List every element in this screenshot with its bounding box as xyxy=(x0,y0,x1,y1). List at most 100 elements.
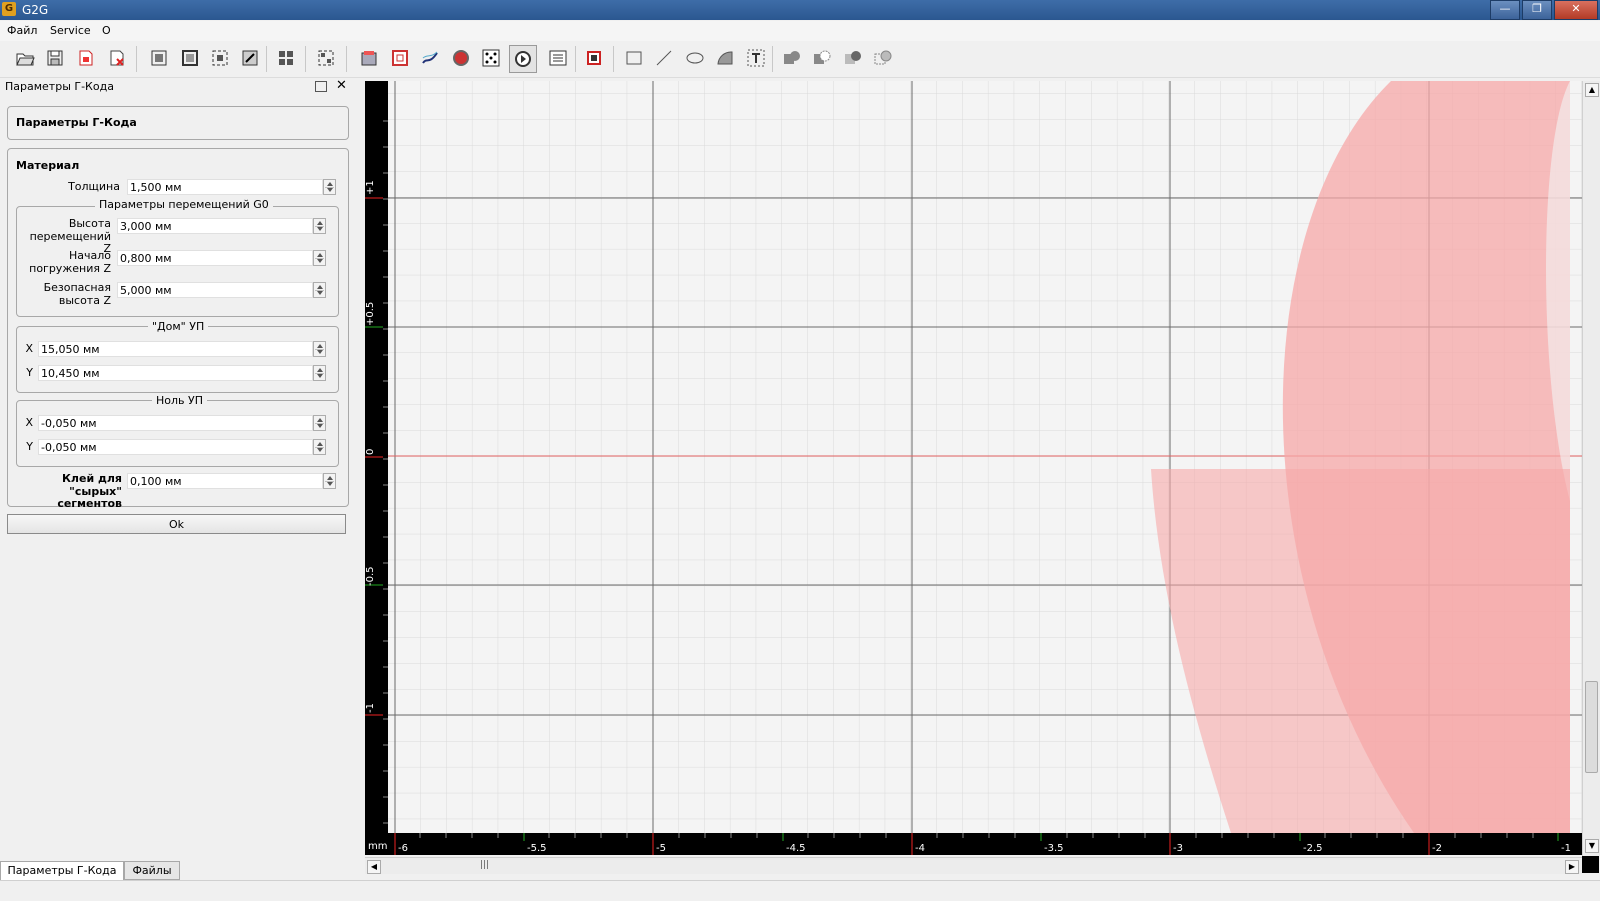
home-y-label: Y xyxy=(26,366,33,379)
y-tick-5: -1 xyxy=(365,703,376,713)
zero-x-field[interactable]: -0,050 мм xyxy=(38,415,313,431)
vertical-scrollbar[interactable]: ▲ ▼ xyxy=(1582,81,1600,856)
profile-toolpath-icon[interactable] xyxy=(357,46,381,70)
line-icon[interactable] xyxy=(652,46,676,70)
zoom-fit-icon[interactable] xyxy=(147,46,171,70)
ok-button[interactable]: Ok xyxy=(7,514,346,534)
safe-height-spin[interactable] xyxy=(313,282,326,298)
raster-toolpath-icon[interactable] xyxy=(418,46,442,70)
plunge-spin[interactable] xyxy=(313,250,326,266)
zero-y-label: Y xyxy=(26,440,33,453)
close-dock-icon[interactable]: ✕ xyxy=(336,78,347,93)
title-bar: G G2G — ❐ ✕ xyxy=(0,0,1600,20)
zero-group xyxy=(16,400,339,467)
x-tick-2: -5.5 xyxy=(527,843,547,854)
zoom-all-icon[interactable] xyxy=(178,46,202,70)
home-y-spin[interactable] xyxy=(313,365,326,381)
arc-icon[interactable] xyxy=(713,46,737,70)
xor-icon[interactable] xyxy=(871,46,895,70)
home-y-field[interactable]: 10,450 мм xyxy=(38,365,313,381)
glue-label-2: "сырых" сегментов xyxy=(57,485,122,510)
zero-y-spin[interactable] xyxy=(313,439,326,455)
vertical-scroll-thumb[interactable] xyxy=(1585,681,1598,773)
scroll-right-icon[interactable]: ▶ xyxy=(1565,860,1579,874)
glue-label-1: Клей для xyxy=(61,472,122,485)
scroll-left-icon[interactable]: ◀ xyxy=(367,860,381,874)
plunge-field[interactable]: 0,800 мм xyxy=(117,250,313,266)
thickness-label: Толщина xyxy=(68,180,120,193)
plunge-label-1: Начало xyxy=(68,249,111,262)
x-tick-9: -2 xyxy=(1432,843,1442,854)
home-x-spin[interactable] xyxy=(313,341,326,357)
zero-x-spin[interactable] xyxy=(313,415,326,431)
subtract-icon[interactable] xyxy=(810,46,834,70)
import-icon[interactable] xyxy=(74,46,98,70)
thickness-spin[interactable] xyxy=(323,179,336,195)
home-title: "Дом" УП xyxy=(148,320,209,333)
glue-field[interactable]: 0,100 мм xyxy=(127,473,323,489)
intersect-icon[interactable] xyxy=(841,46,865,70)
zero-y-field[interactable]: -0,050 мм xyxy=(38,439,313,455)
pocket-toolpath-icon[interactable] xyxy=(388,46,412,70)
zoom-select-icon[interactable] xyxy=(208,46,232,70)
g2g-app-icon: G xyxy=(2,2,16,16)
safe-label-2: высота Z xyxy=(58,294,111,307)
tab-gcode-params[interactable]: Параметры Г-Кода xyxy=(0,861,124,880)
plunge-label-2: погружения Z xyxy=(29,262,111,275)
x-tick-3: -5 xyxy=(656,843,666,854)
safe-height-field[interactable]: 5,000 мм xyxy=(117,282,313,298)
vertical-ruler: +1 +0.5 0 -0.5 -1 xyxy=(365,81,388,833)
travel-height-spin[interactable] xyxy=(313,218,326,234)
y-tick-1: +1 xyxy=(365,180,376,195)
tab-files[interactable]: Файлы xyxy=(124,861,180,880)
y-tick-2: +0.5 xyxy=(365,302,376,326)
menu-file[interactable]: Файл xyxy=(7,24,37,37)
rectangle-icon[interactable] xyxy=(622,46,646,70)
minimize-icon[interactable]: — xyxy=(1490,0,1520,20)
drill-icon[interactable] xyxy=(449,46,473,70)
group-select-icon[interactable] xyxy=(274,46,298,70)
material-title: Материал xyxy=(16,159,80,172)
canvas-svg xyxy=(388,81,1582,833)
save-icon[interactable] xyxy=(43,46,67,70)
drawing-canvas[interactable] xyxy=(388,81,1582,833)
travel-label-1: Высота xyxy=(68,217,111,230)
scroll-down-icon[interactable]: ▼ xyxy=(1585,839,1599,853)
menu-service[interactable]: Service xyxy=(50,24,91,37)
settings-list-icon[interactable] xyxy=(546,46,570,70)
home-group xyxy=(16,326,339,393)
ellipse-icon[interactable] xyxy=(683,46,707,70)
arrange-icon[interactable] xyxy=(314,46,338,70)
voronoi-icon[interactable] xyxy=(479,46,503,70)
zoom-region-icon[interactable] xyxy=(238,46,262,70)
crop-icon[interactable] xyxy=(582,46,606,70)
menu-about[interactable]: О xyxy=(102,24,111,37)
generate-gcode-icon[interactable] xyxy=(509,45,537,73)
glue-spin[interactable] xyxy=(323,473,336,489)
open-folder-icon[interactable] xyxy=(13,46,37,70)
y-tick-4: -0.5 xyxy=(365,566,376,586)
horizontal-scrollbar[interactable]: ◀ ||| ▶ xyxy=(365,857,1582,874)
restore-icon[interactable]: ❐ xyxy=(1522,0,1552,20)
header-group: Параметры Г-Кода xyxy=(7,106,349,140)
union-icon[interactable] xyxy=(780,46,804,70)
home-x-field[interactable]: 15,050 мм xyxy=(38,341,313,357)
float-icon[interactable] xyxy=(315,81,327,92)
thickness-field[interactable]: 1,500 мм xyxy=(127,179,323,195)
x-tick-7: -3 xyxy=(1173,843,1183,854)
horizontal-scroll-thumb[interactable]: ||| xyxy=(480,860,489,870)
y-tick-3: 0 xyxy=(365,449,376,455)
x-tick-8: -2.5 xyxy=(1303,843,1323,854)
dock-title-bar: Параметры Г-Кода ✕ xyxy=(0,78,351,96)
text-icon[interactable] xyxy=(744,46,768,70)
x-tick-6: -3.5 xyxy=(1044,843,1064,854)
delete-icon[interactable] xyxy=(105,46,129,70)
scroll-up-icon[interactable]: ▲ xyxy=(1585,83,1599,97)
status-bar xyxy=(0,880,1600,901)
travel-height-field[interactable]: 3,000 мм xyxy=(117,218,313,234)
zero-x-label: X xyxy=(25,416,33,429)
window-title: G2G xyxy=(22,3,49,17)
toolpath-rect-shape[interactable] xyxy=(1151,469,1570,833)
home-x-label: X xyxy=(25,342,33,355)
close-icon[interactable]: ✕ xyxy=(1554,0,1598,20)
